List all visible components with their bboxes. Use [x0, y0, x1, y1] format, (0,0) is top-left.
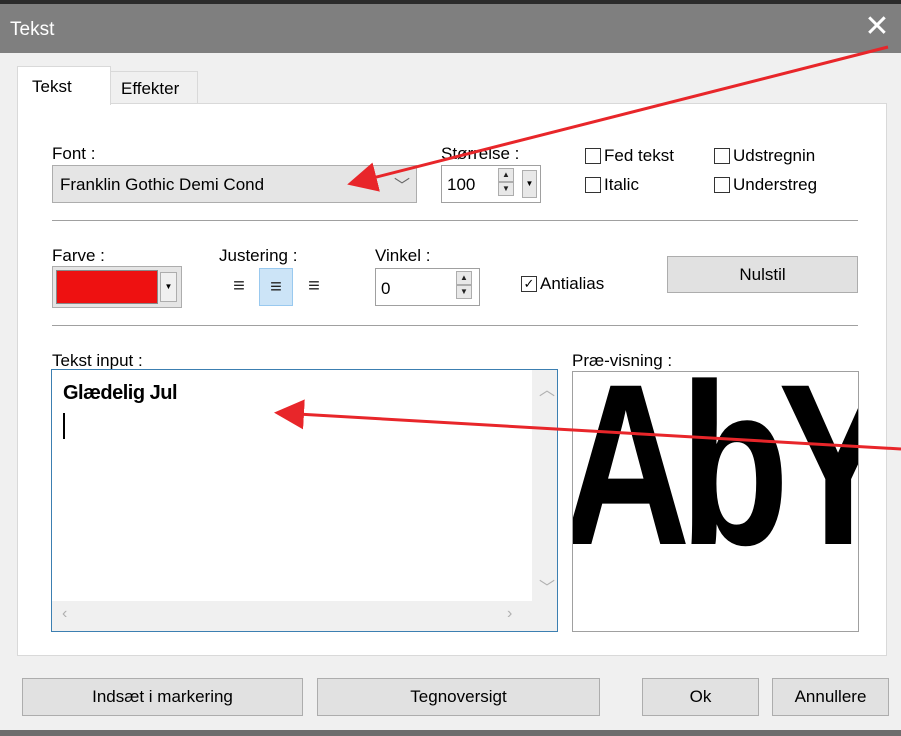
color-picker[interactable]: ▼ [52, 266, 182, 308]
window-bottom-edge [0, 730, 901, 736]
preview-box: AbYz [572, 371, 859, 632]
scroll-left-icon[interactable]: ‹ [62, 605, 67, 623]
text-input-value: Glædelig Jul [63, 382, 178, 404]
font-label: Font : [52, 144, 96, 163]
font-select[interactable]: Franklin Gothic Demi Cond ﹀ [52, 165, 417, 203]
alignment-label: Justering : [219, 246, 298, 265]
font-value: Franklin Gothic Demi Cond [60, 175, 265, 194]
checkbox-antialias-label: Antialias [540, 274, 605, 293]
vertical-scrollbar[interactable]: ︿ ﹀ [532, 370, 557, 602]
checkbox-bold-label: Fed tekst [604, 146, 674, 165]
align-right-icon[interactable]: ≡ [297, 268, 331, 306]
size-dropdown-button[interactable]: ▼ [522, 170, 537, 198]
checkbox-italic-label: Italic [604, 175, 639, 194]
check-icon[interactable]: ✓ [521, 276, 537, 292]
checkbox-box[interactable] [585, 148, 601, 164]
close-icon[interactable]: ✕ [861, 12, 893, 44]
text-input-area[interactable]: Glædelig Jul ︿ ﹀ ‹ › [51, 369, 558, 632]
reset-button[interactable]: Nulstil [667, 256, 858, 293]
divider [52, 325, 858, 326]
checkbox-italic[interactable]: Italic [585, 175, 639, 195]
checkbox-antialias[interactable]: ✓ Antialias [521, 274, 604, 294]
spin-down-icon[interactable]: ▼ [456, 285, 472, 299]
horizontal-scrollbar[interactable]: ‹ › [52, 601, 557, 631]
angle-spinner[interactable]: ▲ ▼ [456, 271, 472, 299]
checkbox-underline[interactable]: Understreg [714, 175, 817, 195]
align-center-icon[interactable]: ≡ [259, 268, 293, 306]
size-spinner[interactable]: ▲ ▼ [498, 168, 514, 196]
preview-sample: AbYz [572, 371, 858, 593]
spin-down-icon[interactable]: ▼ [498, 182, 514, 196]
size-value: 100 [447, 175, 476, 194]
tab-effekter[interactable]: Effekter [110, 71, 198, 103]
window-title: Tekst [10, 19, 55, 40]
angle-value: 0 [381, 279, 391, 298]
ok-button[interactable]: Ok [642, 678, 759, 716]
scroll-right-icon[interactable]: › [507, 605, 512, 623]
charmap-button[interactable]: Tegnoversigt [317, 678, 600, 716]
color-swatch [56, 270, 158, 304]
preview-label: Præ-visning : [572, 351, 673, 370]
checkbox-box[interactable] [714, 148, 730, 164]
color-label: Farve : [52, 246, 105, 265]
scroll-up-icon[interactable]: ︿ [539, 376, 555, 400]
align-left-icon[interactable]: ≡ [222, 268, 256, 306]
checkbox-strikethrough-label: Udstregnin [733, 146, 816, 165]
angle-label: Vinkel : [375, 246, 431, 265]
size-label: Størrelse : [441, 144, 520, 163]
chevron-down-icon[interactable]: ▼ [160, 272, 177, 302]
checkbox-underline-label: Understreg [733, 175, 818, 194]
tab-tekst[interactable]: Tekst [17, 66, 111, 105]
scroll-down-icon[interactable]: ﹀ [539, 574, 555, 598]
checkbox-box[interactable] [585, 177, 601, 193]
checkbox-bold[interactable]: Fed tekst [585, 146, 674, 166]
title-bar: Tekst ✕ [0, 0, 901, 53]
spin-up-icon[interactable]: ▲ [498, 168, 514, 182]
spin-up-icon[interactable]: ▲ [456, 271, 472, 285]
text-input-label: Tekst input : [52, 351, 143, 370]
cancel-button[interactable]: Annullere [772, 678, 889, 716]
checkbox-strikethrough[interactable]: Udstregnin [714, 146, 815, 166]
insert-button[interactable]: Indsæt i markering [22, 678, 303, 716]
chevron-down-icon: ﹀ [393, 178, 410, 195]
checkbox-box[interactable] [714, 177, 730, 193]
divider [52, 220, 858, 221]
text-caret [63, 413, 65, 439]
